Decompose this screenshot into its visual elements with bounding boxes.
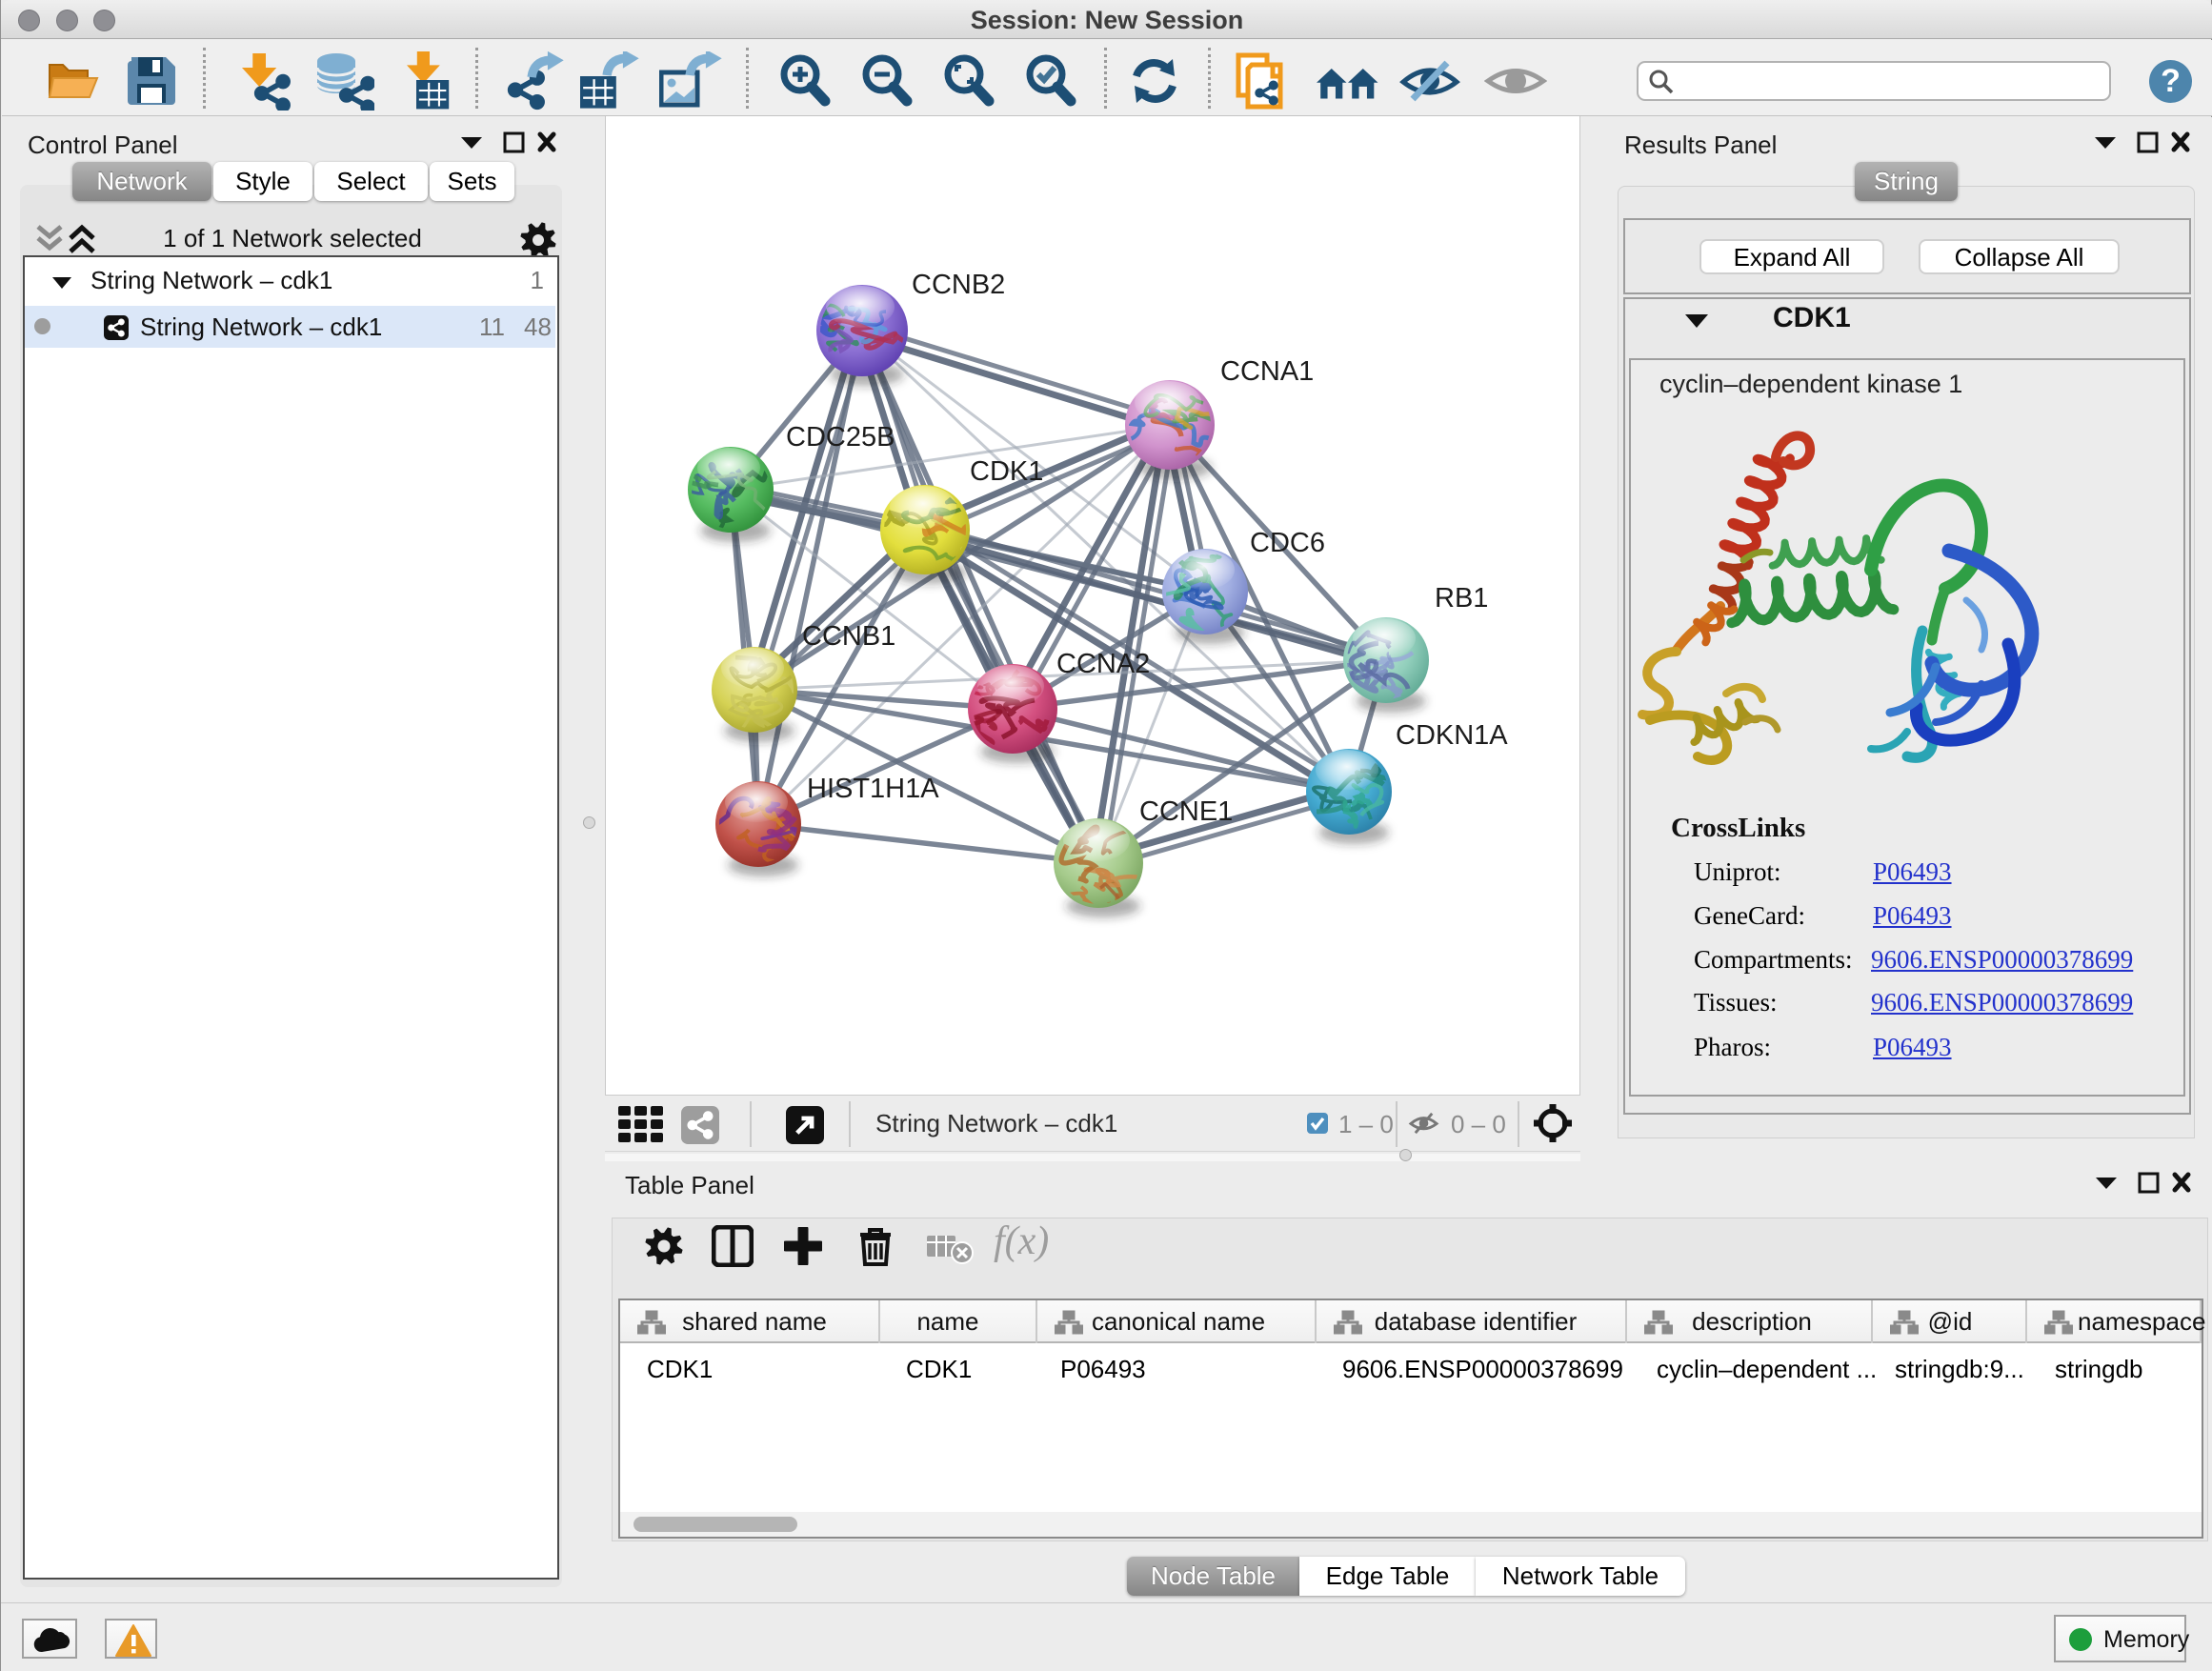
svg-text:CDKN1A: CDKN1A [1396,720,1508,751]
svg-text:CCNA1: CCNA1 [1220,356,1314,387]
svg-text:CDK1: CDK1 [970,456,1043,487]
svg-text:RB1: RB1 [1435,583,1488,614]
svg-text:CDC25B: CDC25B [786,422,895,453]
svg-text:CCNE1: CCNE1 [1139,796,1233,827]
svg-text:CCNB2: CCNB2 [912,270,1005,300]
svg-text:HIST1H1A: HIST1H1A [807,774,939,804]
svg-text:CCNB1: CCNB1 [802,621,895,652]
svg-text:CDC6: CDC6 [1250,528,1325,558]
svg-text:CCNA2: CCNA2 [1056,649,1150,679]
